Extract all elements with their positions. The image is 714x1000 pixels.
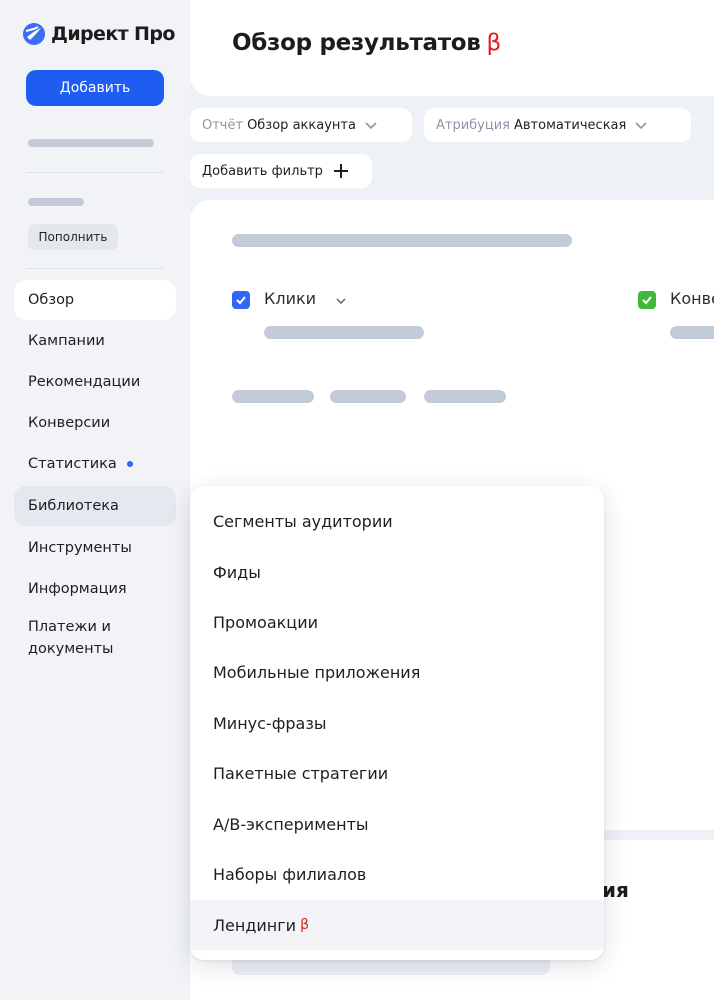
menu-item-branch-sets[interactable]: Наборы филиалов <box>190 849 604 899</box>
menu-item-label: Минус-фразы <box>213 713 327 733</box>
menu-item-label: Сегменты аудитории <box>213 511 393 531</box>
nav-item-campaigns[interactable]: Кампании <box>14 321 176 361</box>
summary-skeleton <box>232 234 572 247</box>
chevron-down-icon <box>365 122 377 130</box>
add-filter-label: Добавить фильтр <box>202 163 323 179</box>
nav-item-label: Статистика <box>28 456 117 472</box>
nav-item-payments[interactable]: Платежи и документы <box>14 616 176 668</box>
add-button[interactable]: Добавить <box>26 70 164 106</box>
checkmark-icon <box>236 296 246 305</box>
divider <box>26 172 164 173</box>
page-title: Обзор результатов β <box>232 30 501 56</box>
menu-item-audience-segments[interactable]: Сегменты аудитории <box>190 496 604 546</box>
menu-item-promotions[interactable]: Промоакции <box>190 597 604 647</box>
nav-item-library[interactable]: Библиотека <box>14 486 176 526</box>
plus-icon <box>333 164 348 178</box>
refill-button[interactable]: Пополнить <box>28 224 118 250</box>
chevron-down-icon <box>635 122 647 130</box>
logo[interactable]: Директ Про <box>22 22 175 46</box>
chart-legend-skeleton <box>424 390 506 403</box>
chart-legend-skeleton <box>232 390 314 403</box>
page-header: Обзор результатов β <box>190 0 714 96</box>
nav-item-info[interactable]: Информация <box>14 569 176 609</box>
report-filter-key: Отчёт <box>202 117 244 133</box>
report-filter[interactable]: Отчёт Обзор аккаунта <box>190 108 412 142</box>
library-dropdown-menu: Сегменты аудитории Фиды Промоакции Мобил… <box>190 486 604 960</box>
attribution-filter[interactable]: Атрибуция Автоматическая <box>424 108 691 142</box>
nav-item-label: Кампании <box>28 333 105 349</box>
nav-item-label: Информация <box>28 581 127 597</box>
menu-item-label: A/B-эксперименты <box>213 814 369 834</box>
direct-logo-icon <box>23 23 45 45</box>
nav-item-label: Платежи и документы <box>28 619 114 657</box>
menu-item-negative-keywords[interactable]: Минус-фразы <box>190 698 604 748</box>
chart-legend-skeleton <box>330 390 406 403</box>
balance-skeleton <box>28 139 154 147</box>
beta-badge: β <box>486 30 502 56</box>
menu-item-label: Мобильные приложения <box>213 662 421 682</box>
menu-item-package-strategies[interactable]: Пакетные стратегии <box>190 748 604 798</box>
menu-item-feeds[interactable]: Фиды <box>190 547 604 597</box>
nav-item-conversions[interactable]: Конверсии <box>14 403 176 443</box>
clicks-metric-label[interactable]: Клики <box>264 289 316 308</box>
menu-item-label: Наборы филиалов <box>213 864 367 884</box>
menu-item-label: Пакетные стратегии <box>213 763 389 783</box>
nav-item-statistics[interactable]: Статистика <box>14 444 176 484</box>
beta-badge: β <box>300 917 309 933</box>
nav-item-label: Обзор <box>28 292 75 308</box>
menu-item-landings[interactable]: Лендинги β <box>190 900 604 950</box>
nav-item-recommendations[interactable]: Рекомендации <box>14 362 176 402</box>
menu-item-label: Промоакции <box>213 612 318 632</box>
nav-item-label: Рекомендации <box>28 374 141 390</box>
attribution-filter-value: Автоматическая <box>514 117 627 133</box>
divider <box>26 268 164 269</box>
bottom-section-heading: ия <box>602 878 629 902</box>
menu-item-mobile-apps[interactable]: Мобильные приложения <box>190 647 604 697</box>
page-title-text: Обзор результатов <box>232 30 481 56</box>
conversions-checkbox[interactable] <box>638 291 656 309</box>
nav-item-tools[interactable]: Инструменты <box>14 528 176 568</box>
new-indicator-dot <box>126 461 133 467</box>
nav-item-label: Инструменты <box>28 540 132 556</box>
nav-item-label: Конверсии <box>28 415 111 431</box>
add-filter-button[interactable]: Добавить фильтр <box>190 154 372 188</box>
nav-item-label: Библиотека <box>28 498 119 514</box>
menu-item-ab-experiments[interactable]: A/B-эксперименты <box>190 799 604 849</box>
menu-item-label: Лендинги <box>213 915 297 935</box>
conversions-value-skeleton <box>670 326 714 339</box>
menu-item-label: Фиды <box>213 562 261 582</box>
attribution-filter-key: Атрибуция <box>436 117 510 133</box>
app-name: Директ Про <box>51 23 175 45</box>
checkmark-icon <box>642 296 652 305</box>
chevron-down-icon[interactable] <box>335 295 347 307</box>
account-skeleton <box>28 198 84 206</box>
clicks-checkbox[interactable] <box>232 291 250 309</box>
nav-item-overview[interactable]: Обзор <box>14 280 176 320</box>
report-filter-value: Обзор аккаунта <box>247 117 356 133</box>
sidebar: Директ Про Добавить Пополнить Обзор Камп… <box>0 0 190 1000</box>
conversions-metric-label[interactable]: Конве <box>670 289 714 308</box>
clicks-value-skeleton <box>264 326 424 339</box>
